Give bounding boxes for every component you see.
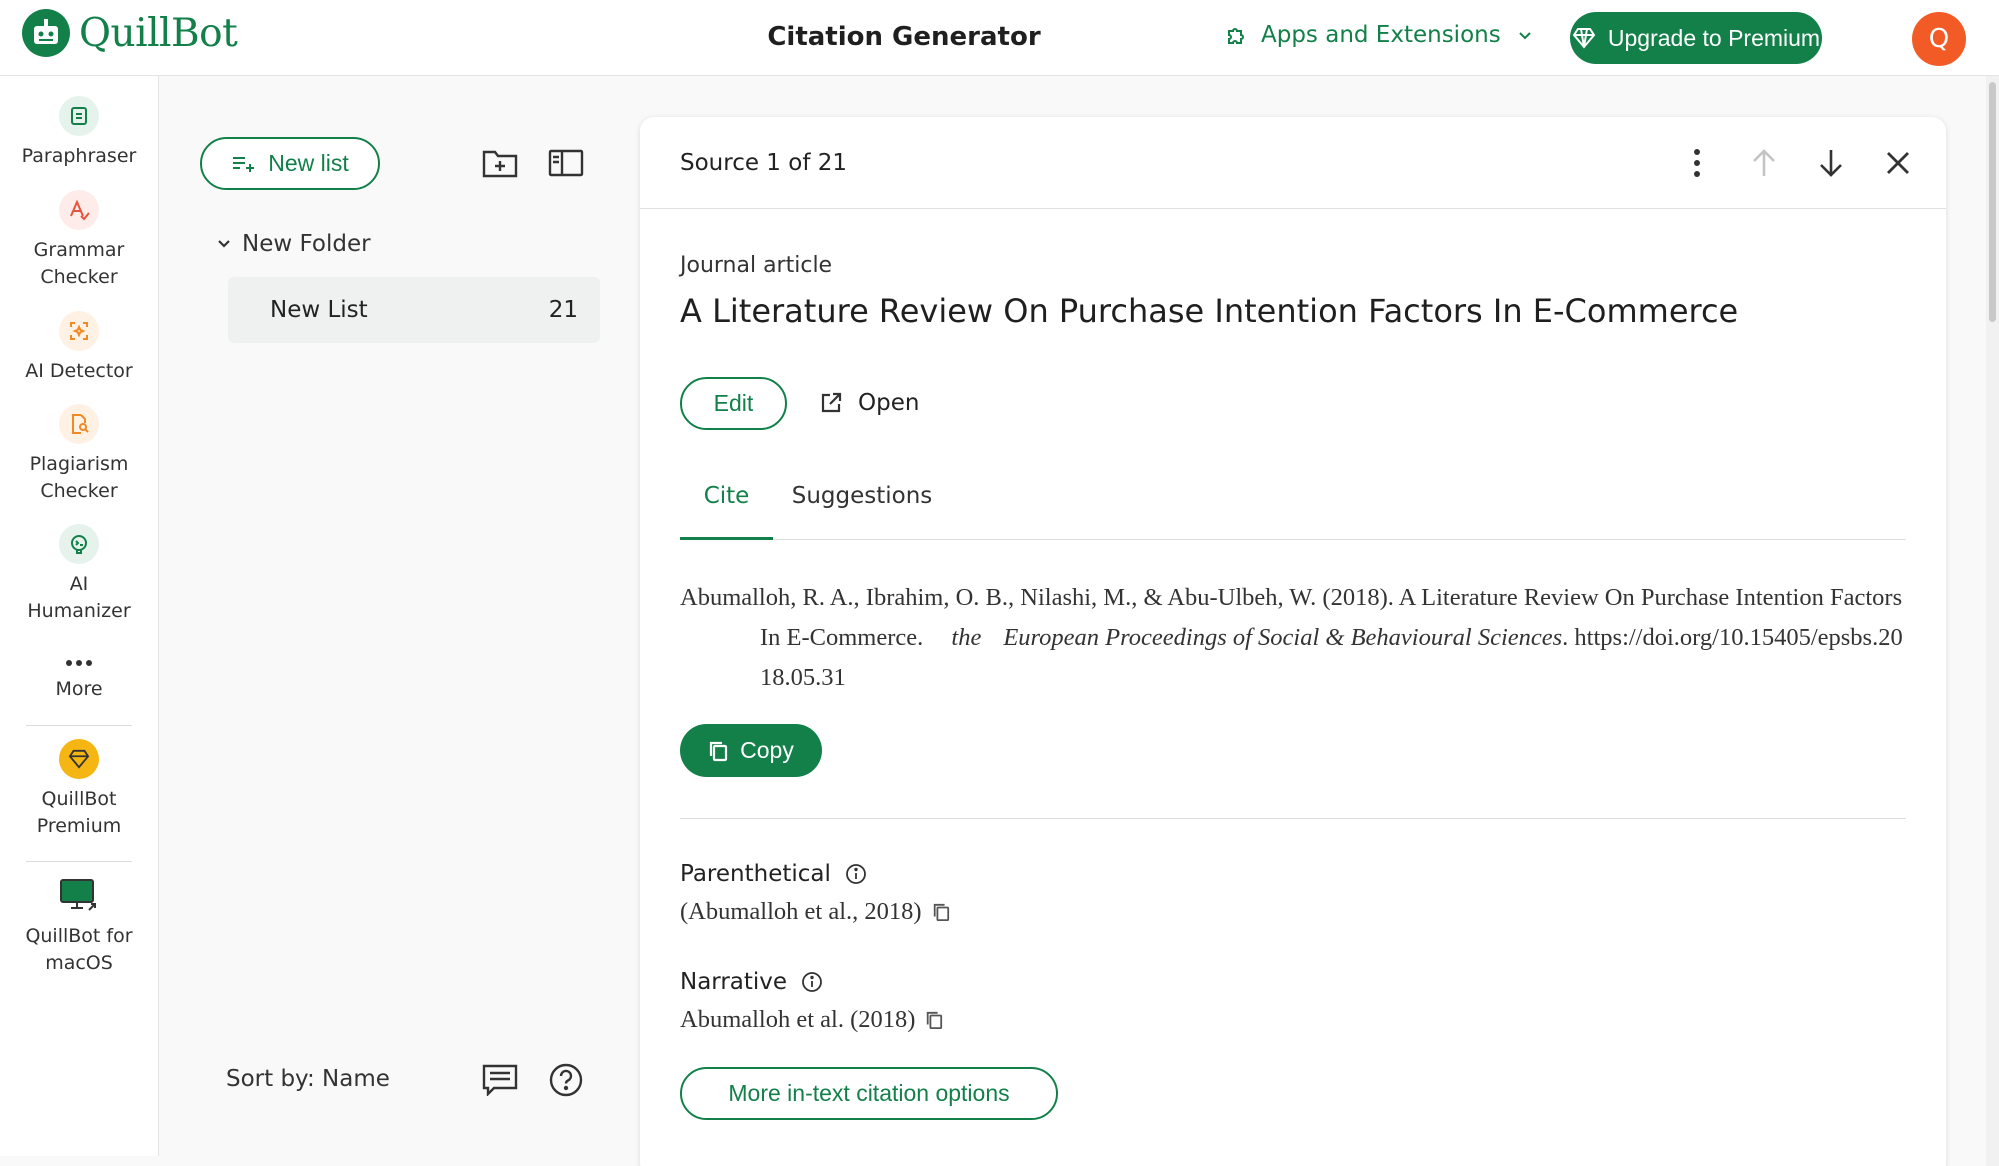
list-item-new-list[interactable]: New List 21 (228, 277, 600, 343)
rail-divider (26, 725, 132, 726)
folder-plus-icon (482, 150, 518, 178)
sort-by-control[interactable]: Sort by: Name (226, 1066, 390, 1092)
rail-item-quillbot-premium[interactable]: QuillBot Premium (0, 739, 158, 840)
rail-item-ai-humanizer[interactable]: AI Humanizer (0, 524, 158, 625)
rail-item-plagiarism-checker[interactable]: Plagiarism Checker (0, 404, 158, 505)
open-label: Open (858, 390, 920, 416)
list-name: New List (270, 297, 368, 323)
apps-and-extensions-label: Apps and Extensions (1261, 22, 1501, 48)
edit-button[interactable]: Edit (680, 377, 787, 430)
rail-label: QuillBot Premium (36, 788, 122, 837)
more-in-text-citation-options-button[interactable]: More in-text citation options (680, 1067, 1058, 1120)
rail-item-ai-detector[interactable]: AI Detector (0, 311, 158, 385)
rail-item-more[interactable]: More (0, 650, 158, 703)
page-scrollbar[interactable] (1986, 76, 1999, 1166)
parenthetical-value: (Abumalloh et al., 2018) (680, 898, 922, 925)
rail-label: More (55, 678, 103, 700)
tab-cite[interactable]: Cite (680, 469, 773, 540)
tab-suggestions[interactable]: Suggestions (787, 469, 937, 540)
narrative-label: Narrative (680, 969, 788, 995)
more-dots-icon (59, 650, 99, 676)
user-avatar[interactable]: Q (1912, 12, 1966, 66)
close-button[interactable] (1878, 143, 1918, 183)
previous-source-button[interactable] (1744, 143, 1784, 183)
rail-label: Plagiarism Checker (29, 453, 129, 502)
plagiarism-checker-icon (59, 404, 99, 444)
rail-label: QuillBot for macOS (25, 925, 133, 974)
new-list-label: New list (268, 150, 349, 176)
add-list-icon (233, 156, 255, 172)
full-citation[interactable]: Abumalloh, R. A., Ibrahim, O. B., Nilash… (680, 578, 1906, 698)
page-title: Citation Generator (767, 22, 1041, 52)
narrative-value: Abumalloh et al. (2018) (680, 1006, 916, 1033)
copy-icon[interactable] (932, 902, 950, 922)
divider (680, 818, 1906, 819)
info-icon[interactable] (845, 863, 867, 885)
open-button[interactable]: Open (820, 390, 919, 416)
source-card: Source 1 of 21 Journal article A Literat… (640, 117, 1946, 1166)
parenthetical-heading: Parenthetical (680, 861, 867, 887)
rail-item-quillbot-macos[interactable]: QuillBot for macOS (0, 876, 158, 977)
new-folder-button[interactable] (480, 143, 520, 183)
rail-label: AI Detector (25, 360, 133, 382)
grammar-checker-icon (59, 190, 99, 230)
citation-tabs: Cite Suggestions (680, 469, 1906, 540)
kebab-menu-icon (1694, 149, 1700, 177)
paraphraser-icon (59, 96, 99, 136)
copy-icon[interactable] (925, 1010, 943, 1030)
narrative-citation[interactable]: Abumalloh et al. (2018) (680, 1006, 943, 1034)
source-title: A Literature Review On Purchase Intentio… (680, 292, 1739, 330)
info-icon[interactable] (801, 971, 823, 993)
help-button[interactable] (546, 1060, 586, 1100)
toggle-panel-button[interactable] (546, 143, 586, 183)
folder-new-folder[interactable]: New Folder (216, 231, 371, 257)
source-count: Source 1 of 21 (680, 150, 847, 176)
ai-humanizer-icon (59, 524, 99, 564)
new-list-button[interactable]: New list (200, 137, 380, 190)
chevron-down-icon (218, 240, 230, 248)
parenthetical-citation[interactable]: (Abumalloh et al., 2018) (680, 898, 950, 926)
rail-label: Paraphraser (21, 145, 137, 167)
rail-divider (26, 861, 132, 862)
upgrade-to-premium-button[interactable]: Upgrade to Premium (1570, 12, 1822, 64)
rail-item-paraphraser[interactable]: Paraphraser (0, 96, 158, 170)
rail-label: Grammar Checker (33, 239, 125, 288)
arrow-down-icon (1820, 150, 1842, 177)
puzzle-icon (1228, 28, 1244, 44)
top-header: QuillBot Citation Generator Apps and Ext… (0, 0, 1999, 76)
copy-citation-button[interactable]: Copy (680, 724, 822, 777)
source-type: Journal article (680, 253, 833, 278)
help-icon (549, 1063, 583, 1097)
diamond-icon (1572, 28, 1596, 49)
source-menu-button[interactable] (1677, 143, 1717, 183)
feedback-button[interactable] (480, 1060, 520, 1100)
sidebar-panel-icon (548, 149, 584, 177)
feedback-icon (482, 1064, 518, 1096)
list-count: 21 (548, 297, 578, 323)
folder-name: New Folder (242, 231, 371, 257)
rail-label: AI Humanizer (27, 573, 131, 622)
copy-icon (710, 741, 728, 761)
rail-item-grammar-checker[interactable]: Grammar Checker (0, 190, 158, 291)
chevron-down-icon (1518, 32, 1531, 40)
close-icon (1887, 152, 1909, 174)
citation-journal-the: the (951, 624, 982, 651)
upgrade-label: Upgrade to Premium (1607, 24, 1821, 51)
scrollbar-thumb[interactable] (1989, 82, 1996, 322)
source-card-header: Source 1 of 21 (640, 117, 1946, 209)
narrative-heading: Narrative (680, 969, 823, 995)
external-link-icon (821, 392, 842, 413)
tool-sidebar: Paraphraser Grammar Checker AI Detector … (0, 76, 159, 1156)
macos-app-icon (59, 876, 99, 916)
parenthetical-label: Parenthetical (680, 861, 831, 887)
copy-label: Copy (740, 737, 794, 763)
apps-and-extensions-menu[interactable]: Apps and Extensions (1224, 22, 1533, 48)
premium-diamond-icon (59, 739, 99, 779)
ai-detector-icon (59, 311, 99, 351)
next-source-button[interactable] (1811, 143, 1851, 183)
citation-journal: European Proceedings of Social & Behavio… (1003, 624, 1563, 651)
arrow-up-icon (1753, 149, 1775, 176)
